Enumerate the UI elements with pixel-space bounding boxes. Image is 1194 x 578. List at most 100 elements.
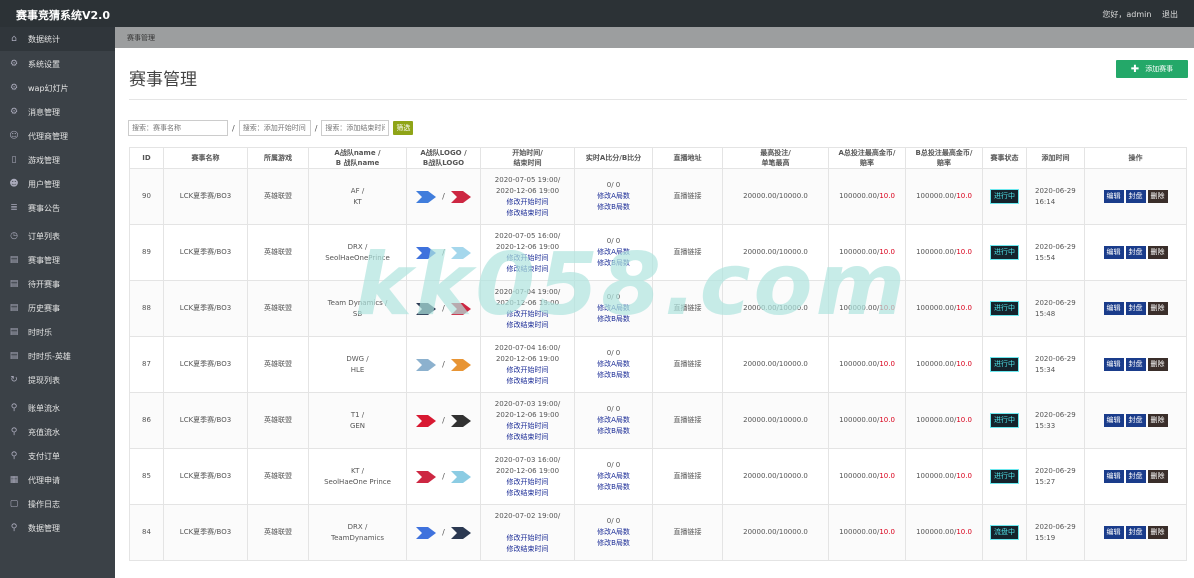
edit-b-link[interactable]: 修改B局数 <box>576 314 652 325</box>
logout-link[interactable]: 退出 <box>1162 10 1178 19</box>
status-badge[interactable]: 进行中 <box>990 301 1019 316</box>
stream-link[interactable]: 直播链接 <box>674 472 702 480</box>
sidebar-item[interactable]: ▢ 操作日志 <box>0 492 115 516</box>
seal-button[interactable]: 封盘 <box>1125 302 1146 315</box>
edit-b-link[interactable]: 修改B局数 <box>576 202 652 213</box>
edit-button[interactable]: 编辑 <box>1103 358 1124 371</box>
edit-button[interactable]: 编辑 <box>1103 190 1124 203</box>
stream-link[interactable]: 直播链接 <box>674 416 702 424</box>
breadcrumb[interactable]: 赛事管理 <box>127 33 155 43</box>
edit-a-link[interactable]: 修改A局数 <box>576 359 652 370</box>
stream-link[interactable]: 直播链接 <box>674 248 702 256</box>
seal-button[interactable]: 封盘 <box>1125 358 1146 371</box>
status-badge[interactable]: 流盘中 <box>990 525 1019 540</box>
sidebar-item[interactable]: ▤ 赛事管理 <box>0 248 115 272</box>
edit-end-link[interactable]: 修改结束时间 <box>482 544 574 555</box>
delete-button[interactable]: 删除 <box>1147 414 1168 427</box>
delete-button[interactable]: 删除 <box>1147 190 1168 203</box>
sidebar-item[interactable]: ▤ 待开赛事 <box>0 272 115 296</box>
limit-cell: 20000.00/10000.0 <box>722 168 829 225</box>
edit-start-link[interactable]: 修改开始时间 <box>482 477 574 488</box>
sidebar-item[interactable]: ▯ 游戏管理 <box>0 148 115 172</box>
sidebar-item[interactable]: ◷ 订单列表 <box>0 224 115 248</box>
delete-button[interactable]: 删除 <box>1147 526 1168 539</box>
edit-end-link[interactable]: 修改结束时间 <box>482 264 574 275</box>
stream-link[interactable]: 直播链接 <box>674 528 702 536</box>
sidebar-item[interactable]: ⌂ 数据统计 <box>0 27 115 51</box>
added-date: 2020-06-29 <box>1035 410 1076 419</box>
seal-button[interactable]: 封盘 <box>1125 470 1146 483</box>
sidebar-item[interactable]: ▤ 时时乐 <box>0 320 115 344</box>
edit-b-link[interactable]: 修改B局数 <box>576 538 652 549</box>
filter-button[interactable]: 筛选 <box>393 121 414 135</box>
edit-b-link[interactable]: 修改B局数 <box>576 370 652 381</box>
edit-start-link[interactable]: 修改开始时间 <box>482 365 574 376</box>
sidebar-item[interactable]: ⚙ 消息管理 <box>0 100 115 124</box>
edit-start-link[interactable]: 修改开始时间 <box>482 421 574 432</box>
sidebar-item[interactable]: ⚙ 系统设置 <box>0 52 115 76</box>
status-badge[interactable]: 进行中 <box>990 357 1019 372</box>
edit-button[interactable]: 编辑 <box>1103 414 1124 427</box>
seal-button[interactable]: 封盘 <box>1125 190 1146 203</box>
sidebar-item[interactable]: ▦ 代理申请 <box>0 468 115 492</box>
end-time-search-input[interactable] <box>321 120 390 136</box>
sidebar-item[interactable]: ⚲ 充值流水 <box>0 420 115 444</box>
sidebar-item[interactable]: ⚲ 账单流水 <box>0 396 115 420</box>
sidebar-item[interactable]: ⚙ wap幻灯片 <box>0 76 115 100</box>
edit-start-link[interactable]: 修改开始时间 <box>482 533 574 544</box>
seal-button[interactable]: 封盘 <box>1125 526 1146 539</box>
edit-start-link[interactable]: 修改开始时间 <box>482 309 574 320</box>
added-cell: 2020-06-29 15:27 <box>1026 448 1085 505</box>
sidebar-item[interactable]: ⚲ 支付订单 <box>0 444 115 468</box>
status-badge[interactable]: 进行中 <box>990 413 1019 428</box>
delete-button[interactable]: 删除 <box>1147 302 1168 315</box>
status-badge[interactable]: 进行中 <box>990 469 1019 484</box>
ops-cell: 编辑 封盘 删除 <box>1084 168 1187 225</box>
delete-button[interactable]: 删除 <box>1147 246 1168 259</box>
stream-link[interactable]: 直播链接 <box>674 192 702 200</box>
edit-end-link[interactable]: 修改结束时间 <box>482 376 574 387</box>
a-odds-value: 10.0 <box>879 472 895 480</box>
edit-start-link[interactable]: 修改开始时间 <box>482 197 574 208</box>
sidebar-item[interactable]: ▤ 时时乐-英雄 <box>0 344 115 368</box>
edit-button[interactable]: 编辑 <box>1103 526 1124 539</box>
sidebar-item[interactable]: ▤ 历史赛事 <box>0 296 115 320</box>
ops-cell: 编辑 封盘 删除 <box>1084 448 1187 505</box>
sidebar-item-label: 数据统计 <box>28 34 60 44</box>
start-time: 2020-07-05 19:00/ <box>494 175 561 184</box>
start-time-search-input[interactable] <box>238 120 311 136</box>
status-badge[interactable]: 进行中 <box>990 245 1019 260</box>
edit-a-link[interactable]: 修改A局数 <box>576 471 652 482</box>
match-name-search-input[interactable] <box>128 120 228 136</box>
edit-start-link[interactable]: 修改开始时间 <box>482 253 574 264</box>
edit-button[interactable]: 编辑 <box>1103 246 1124 259</box>
edit-a-link[interactable]: 修改A局数 <box>576 415 652 426</box>
delete-button[interactable]: 删除 <box>1147 358 1168 371</box>
edit-button[interactable]: 编辑 <box>1103 470 1124 483</box>
sidebar-item[interactable]: ↻ 提现列表 <box>0 368 115 392</box>
stream-link[interactable]: 直播链接 <box>674 304 702 312</box>
seal-button[interactable]: 封盘 <box>1125 414 1146 427</box>
edit-end-link[interactable]: 修改结束时间 <box>482 432 574 443</box>
sidebar-item[interactable]: ☻ 用户管理 <box>0 172 115 196</box>
sidebar-item[interactable]: ⚲ 数据管理 <box>0 516 115 540</box>
edit-b-link[interactable]: 修改B局数 <box>576 258 652 269</box>
greeting: 您好，admin <box>1102 10 1152 19</box>
delete-button[interactable]: 删除 <box>1147 470 1168 483</box>
edit-a-link[interactable]: 修改A局数 <box>576 247 652 258</box>
stream-link[interactable]: 直播链接 <box>674 360 702 368</box>
edit-end-link[interactable]: 修改结束时间 <box>482 320 574 331</box>
edit-button[interactable]: 编辑 <box>1103 302 1124 315</box>
add-match-button[interactable]: ✚ 添加赛事 <box>1116 60 1188 78</box>
edit-a-link[interactable]: 修改A局数 <box>576 303 652 314</box>
edit-end-link[interactable]: 修改结束时间 <box>482 208 574 219</box>
edit-b-link[interactable]: 修改B局数 <box>576 426 652 437</box>
status-badge[interactable]: 进行中 <box>990 189 1019 204</box>
edit-end-link[interactable]: 修改结束时间 <box>482 488 574 499</box>
edit-a-link[interactable]: 修改A局数 <box>576 191 652 202</box>
sidebar-item[interactable]: ☺ 代理商管理 <box>0 124 115 148</box>
edit-b-link[interactable]: 修改B局数 <box>576 482 652 493</box>
edit-a-link[interactable]: 修改A局数 <box>576 527 652 538</box>
sidebar-item[interactable]: ≣ 赛事公告 <box>0 196 115 220</box>
seal-button[interactable]: 封盘 <box>1125 246 1146 259</box>
